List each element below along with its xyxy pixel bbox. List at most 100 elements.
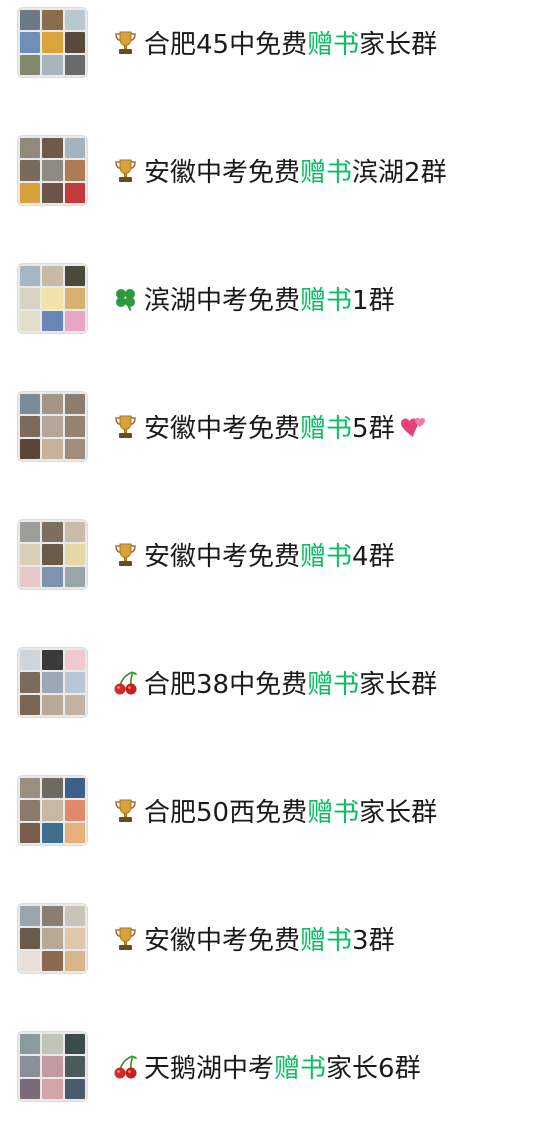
group-chat-item[interactable]: 安徽中考免费 赠书 4群 bbox=[0, 519, 534, 619]
avatar-tile bbox=[64, 10, 85, 31]
trophy-icon bbox=[112, 797, 139, 824]
cherries-icon bbox=[112, 669, 139, 696]
clover-icon bbox=[112, 285, 139, 312]
group-name-highlight: 赠书 bbox=[307, 798, 360, 828]
group-name-suffix: 1群 bbox=[352, 286, 395, 316]
avatar-tile bbox=[20, 10, 41, 31]
group-chat-item[interactable]: 安徽中考免费 赠书 3群 bbox=[0, 903, 534, 1003]
trophy-icon bbox=[112, 29, 139, 56]
group-name: 天鹅湖中考 赠书 家长6群 bbox=[112, 1031, 421, 1102]
avatar-tile bbox=[20, 822, 41, 843]
avatar-tile bbox=[20, 672, 41, 693]
group-name-highlight: 赠书 bbox=[300, 414, 353, 444]
group-avatar bbox=[17, 903, 88, 974]
group-name-prefix: 合肥45中免费 bbox=[144, 30, 308, 60]
avatar-tile bbox=[20, 266, 41, 287]
group-name: 滨湖中考免费 赠书 1群 bbox=[112, 263, 395, 334]
group-avatar bbox=[17, 647, 88, 718]
avatar-tile bbox=[20, 1056, 41, 1077]
group-chat-item[interactable]: 天鹅湖中考 赠书 家长6群 bbox=[0, 1031, 534, 1131]
group-name-prefix: 安徽中考免费 bbox=[144, 158, 301, 188]
group-name-prefix: 安徽中考免费 bbox=[144, 414, 301, 444]
avatar-tile bbox=[64, 950, 85, 971]
group-avatar bbox=[17, 391, 88, 462]
group-avatar bbox=[17, 1031, 88, 1102]
avatar-tile bbox=[42, 32, 63, 53]
avatar-tile bbox=[20, 182, 41, 203]
avatar-tile bbox=[20, 544, 41, 565]
avatar-tile bbox=[20, 928, 41, 949]
avatar-tile bbox=[42, 694, 63, 715]
avatar-tile bbox=[64, 310, 85, 331]
group-name-suffix: 家长群 bbox=[359, 670, 438, 700]
avatar-tile bbox=[20, 566, 41, 587]
group-chat-item[interactable]: 合肥50西免费 赠书 家长群 bbox=[0, 775, 534, 875]
group-chat-item[interactable]: 合肥45中免费 赠书 家长群 bbox=[0, 7, 534, 107]
avatar-tile bbox=[42, 160, 63, 181]
avatar-tile bbox=[20, 288, 41, 309]
group-chat-item[interactable]: 合肥38中免费 赠书 家长群 bbox=[0, 647, 534, 747]
group-name-prefix: 安徽中考免费 bbox=[144, 926, 301, 956]
group-name: 安徽中考免费 赠书 5群 bbox=[112, 391, 427, 462]
avatar-tile bbox=[20, 416, 41, 437]
avatar-tile bbox=[64, 778, 85, 799]
avatar-tile bbox=[42, 950, 63, 971]
avatar-tile bbox=[64, 906, 85, 927]
avatar-tile bbox=[20, 54, 41, 75]
avatar-tile bbox=[20, 32, 41, 53]
group-name: 合肥45中免费 赠书 家长群 bbox=[112, 7, 437, 78]
avatar-tile bbox=[64, 672, 85, 693]
avatar-tile bbox=[20, 800, 41, 821]
avatar-tile bbox=[42, 1078, 63, 1099]
avatar-tile bbox=[42, 906, 63, 927]
avatar-tile bbox=[64, 1078, 85, 1099]
group-name-suffix: 家长6群 bbox=[326, 1054, 421, 1084]
avatar-tile bbox=[20, 438, 41, 459]
group-name-prefix: 天鹅湖中考 bbox=[144, 1054, 275, 1084]
group-list: 合肥45中免费 赠书 家长群 安徽中考免费 赠书 滨湖2群 滨湖中考免费 赠书 1群 安徽中考免费… bbox=[0, 0, 534, 1117]
trophy-icon bbox=[112, 541, 139, 568]
avatar-tile bbox=[64, 138, 85, 159]
avatar-tile bbox=[20, 694, 41, 715]
group-name: 合肥38中免费 赠书 家长群 bbox=[112, 647, 437, 718]
group-name-prefix: 安徽中考免费 bbox=[144, 542, 301, 572]
group-name-suffix: 滨湖2群 bbox=[352, 158, 447, 188]
group-chat-item[interactable]: 安徽中考免费 赠书 5群 bbox=[0, 391, 534, 491]
group-avatar bbox=[17, 519, 88, 590]
avatar-tile bbox=[64, 438, 85, 459]
avatar-tile bbox=[64, 928, 85, 949]
avatar-tile bbox=[20, 394, 41, 415]
group-avatar bbox=[17, 775, 88, 846]
avatar-tile bbox=[20, 950, 41, 971]
group-name: 安徽中考免费 赠书 4群 bbox=[112, 519, 395, 590]
avatar-tile bbox=[64, 650, 85, 671]
avatar-tile bbox=[20, 1078, 41, 1099]
group-name-prefix: 滨湖中考免费 bbox=[144, 286, 301, 316]
avatar-tile bbox=[64, 1056, 85, 1077]
avatar-tile bbox=[20, 1034, 41, 1055]
avatar-tile bbox=[20, 522, 41, 543]
avatar-tile bbox=[64, 566, 85, 587]
avatar-tile bbox=[42, 394, 63, 415]
avatar-tile bbox=[42, 1056, 63, 1077]
group-name-highlight: 赠书 bbox=[300, 286, 353, 316]
group-chat-item[interactable]: 安徽中考免费 赠书 滨湖2群 bbox=[0, 135, 534, 235]
avatar-tile bbox=[20, 650, 41, 671]
trophy-icon bbox=[112, 925, 139, 952]
group-name-highlight: 赠书 bbox=[300, 926, 353, 956]
avatar-tile bbox=[42, 822, 63, 843]
avatar-tile bbox=[64, 522, 85, 543]
group-name-suffix: 4群 bbox=[352, 542, 395, 572]
group-chat-item[interactable]: 滨湖中考免费 赠书 1群 bbox=[0, 263, 534, 363]
avatar-tile bbox=[42, 266, 63, 287]
avatar-tile bbox=[42, 288, 63, 309]
avatar-tile bbox=[64, 416, 85, 437]
group-name-highlight: 赠书 bbox=[300, 158, 353, 188]
group-name-prefix: 合肥38中免费 bbox=[144, 670, 308, 700]
group-name: 安徽中考免费 赠书 滨湖2群 bbox=[112, 135, 447, 206]
group-name-prefix: 合肥50西免费 bbox=[144, 798, 308, 828]
avatar-tile bbox=[64, 822, 85, 843]
avatar-tile bbox=[42, 672, 63, 693]
avatar-tile bbox=[64, 288, 85, 309]
avatar-tile bbox=[42, 800, 63, 821]
